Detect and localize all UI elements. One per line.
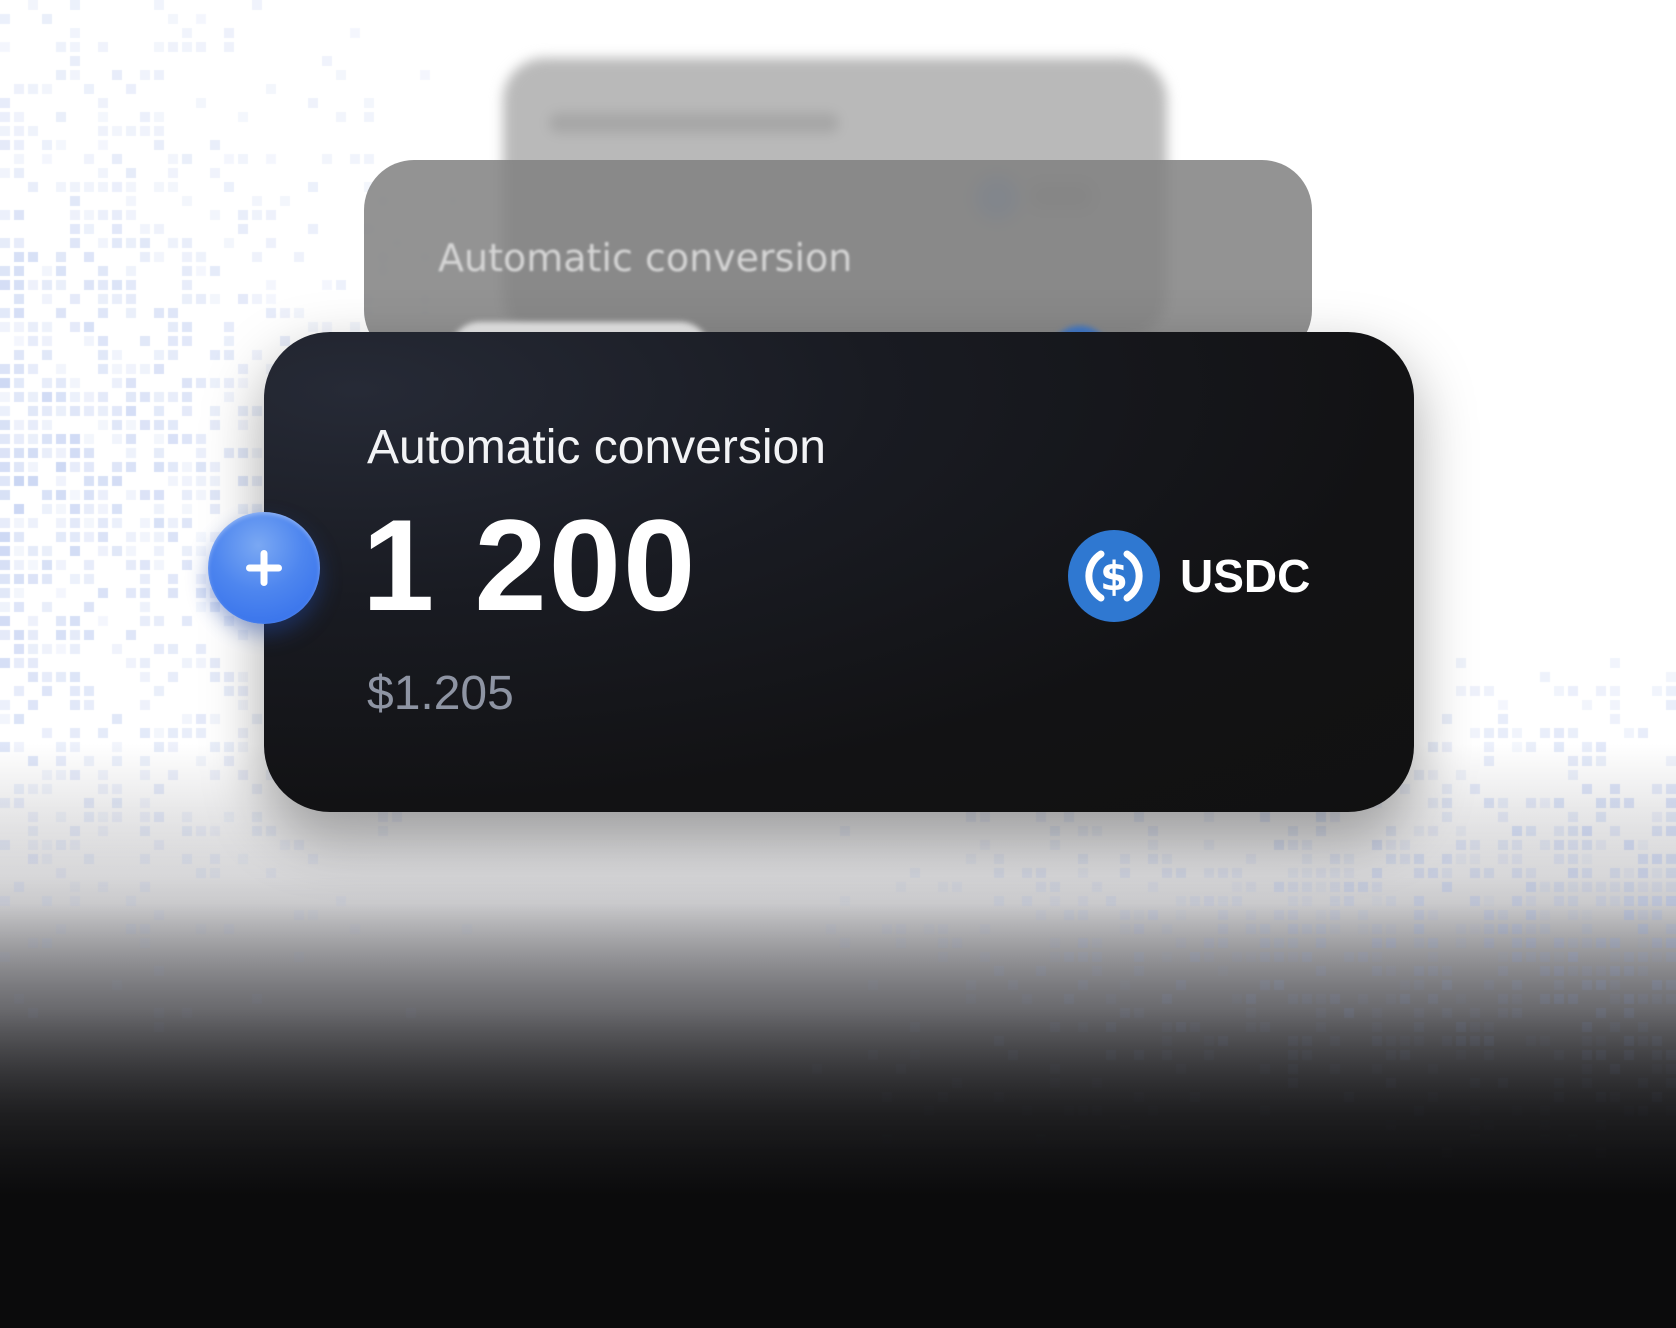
ghost-card-middle: Automatic conversion [364,160,1312,360]
svg-text:$: $ [1100,554,1128,600]
usdc-dollar-icon: $ [1068,530,1160,622]
conversion-amount: 1 200 [362,492,698,638]
promo-stage: Automatic conversion Automatic conversio… [0,0,1676,1328]
fiat-value: $1.205 [367,667,514,720]
plus-icon [246,550,282,586]
token-selector[interactable]: $ USDC [1068,530,1310,622]
add-button[interactable] [208,512,320,624]
ghost-title-placeholder [549,113,839,133]
conversion-card[interactable]: Automatic conversion 1 200 $1.205 $ USDC [264,332,1414,812]
token-symbol: USDC [1180,550,1311,602]
card-title: Automatic conversion [367,421,826,474]
ghost-card-title: Automatic conversion [438,236,853,280]
